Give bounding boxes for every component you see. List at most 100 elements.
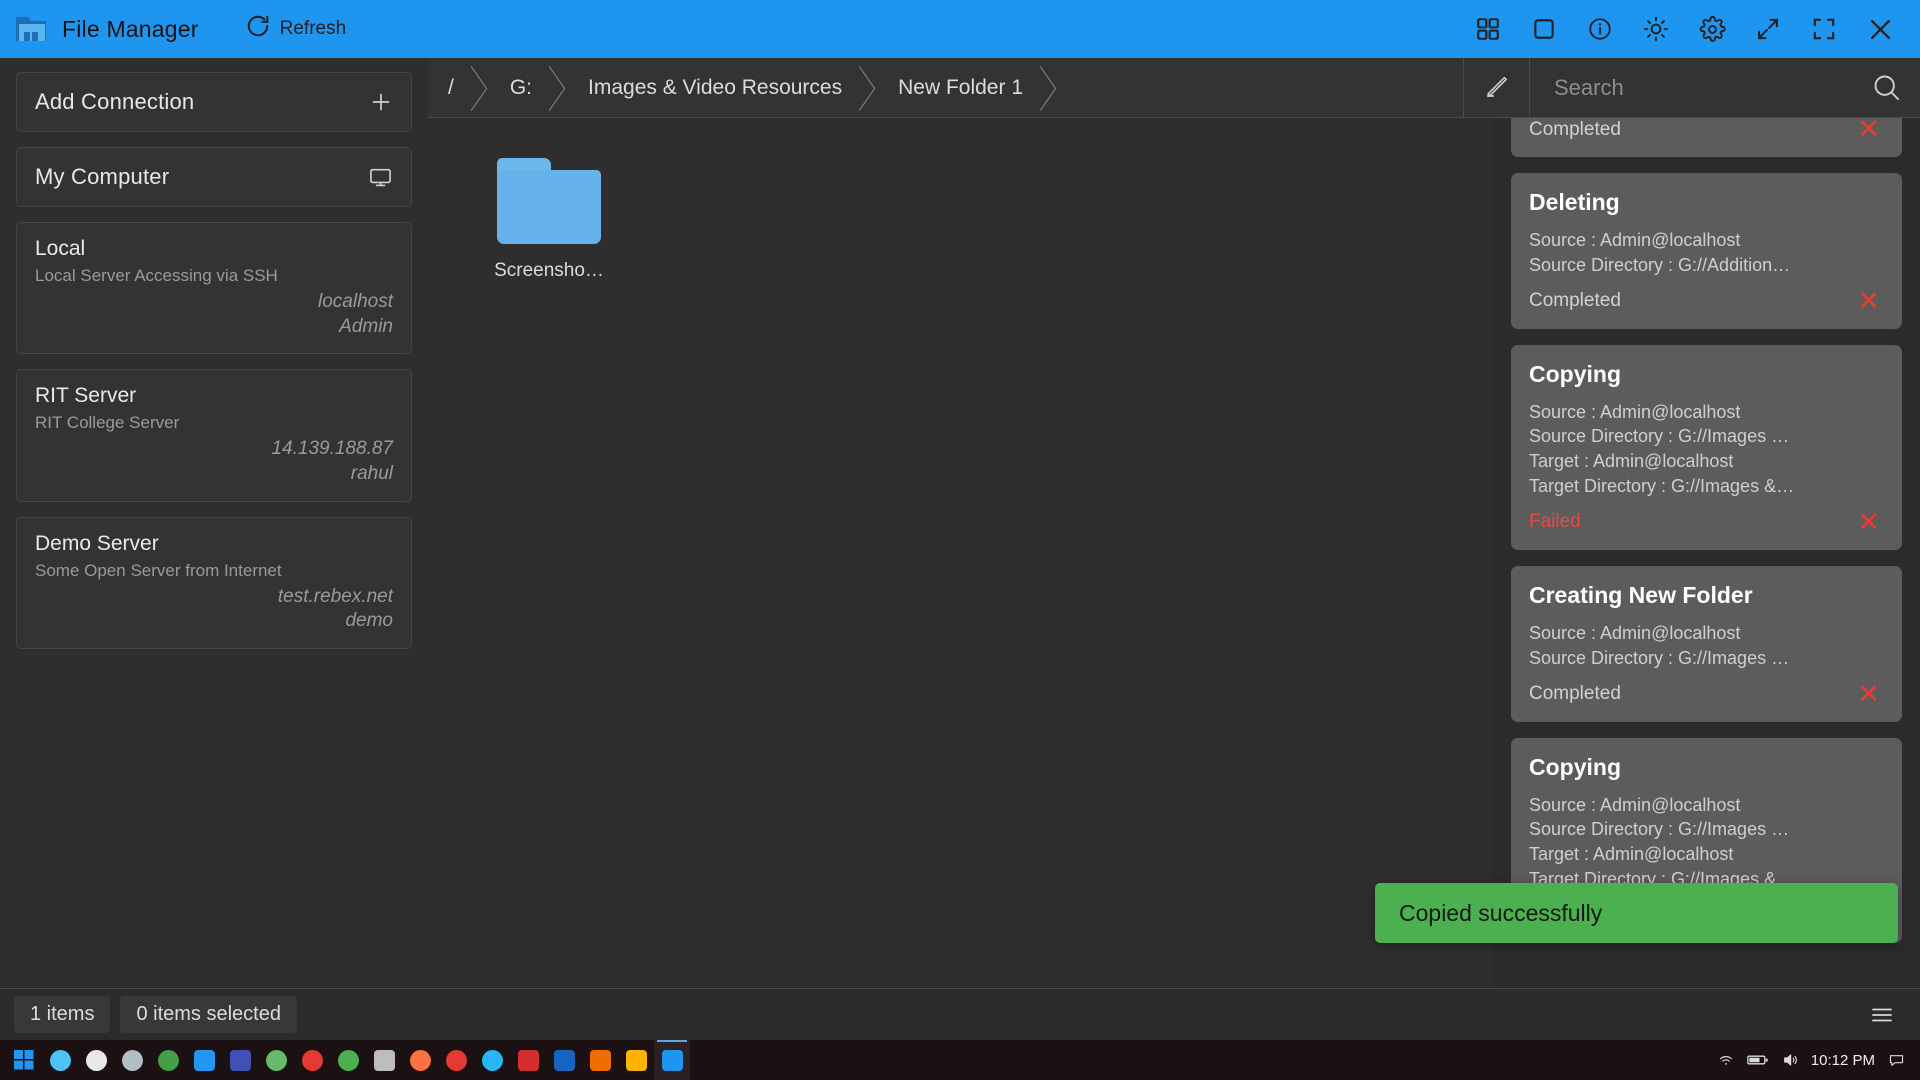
close-icon[interactable] — [1852, 0, 1908, 58]
volume-icon[interactable] — [1781, 1052, 1799, 1068]
file-name: Screensho… — [494, 260, 604, 281]
notification-icon[interactable] — [1887, 1052, 1906, 1068]
settings-gear-icon[interactable] — [1684, 0, 1740, 58]
taskbar-app-vscode[interactable] — [186, 1040, 222, 1080]
window-controls — [1460, 0, 1908, 58]
search-input[interactable] — [1554, 74, 1861, 101]
connection-name: Local — [35, 237, 86, 260]
taskbar-app-edge[interactable] — [474, 1040, 510, 1080]
connection-description: Some Open Server from Internet — [35, 560, 282, 580]
sidebar-item-connection[interactable]: Local Local Server Accessing via SSH loc… — [16, 222, 412, 355]
toast-notification: Copied successfully — [1375, 883, 1898, 943]
search-icon[interactable] — [1871, 72, 1902, 103]
my-computer-label: My Computer — [35, 164, 170, 189]
path-toolbar: / G: Images & Video Resources New Folder… — [428, 58, 1920, 118]
task-detail-source: Source : Admin@localhost — [1529, 401, 1741, 422]
taskbar-app-3[interactable] — [114, 1040, 150, 1080]
taskbar-clock[interactable]: 10:12 PM — [1811, 1052, 1875, 1069]
windows-start-icon[interactable] — [6, 1040, 42, 1080]
task-footer: Failed ✕ — [1529, 508, 1884, 536]
collapse-icon[interactable] — [1740, 0, 1796, 58]
task-queue-panel[interactable]: Completed ✕ Deleting Source : Admin@loca… — [1493, 118, 1920, 988]
status-bar: 1 items 0 items selected — [0, 988, 1920, 1040]
connection-user: rahul — [350, 463, 393, 485]
fullscreen-icon[interactable] — [1796, 0, 1852, 58]
task-card[interactable]: Deleting Source : Admin@localhost Source… — [1511, 173, 1902, 329]
task-detail-target-dir: Target Directory : G://Images &… — [1529, 476, 1795, 497]
taskbar-app-intellij[interactable] — [222, 1040, 258, 1080]
system-tray: 10:12 PM — [1717, 1052, 1914, 1069]
task-title: Creating New Folder — [1529, 581, 1753, 608]
refresh-button[interactable]: Refresh — [245, 13, 346, 45]
breadcrumb-item-folder[interactable]: Images & Video Resources — [562, 58, 872, 117]
title-bar: File Manager Refresh — [0, 0, 1920, 58]
refresh-icon — [245, 13, 271, 45]
task-detail-source-dir: Source Directory : G://Images … — [1529, 426, 1790, 447]
task-status: Failed — [1529, 511, 1581, 533]
taskbar-app-photoshop[interactable] — [546, 1040, 582, 1080]
brightness-icon[interactable] — [1628, 0, 1684, 58]
add-connection-button[interactable]: Add Connection — [16, 72, 412, 132]
task-title: Copying — [1529, 753, 1621, 780]
task-card[interactable]: Completed ✕ — [1511, 118, 1902, 157]
network-icon[interactable] — [1717, 1052, 1735, 1068]
edit-path-button[interactable] — [1464, 58, 1530, 117]
breadcrumb-item-current[interactable]: New Folder 1 — [872, 58, 1053, 117]
task-footer: Completed ✕ — [1529, 680, 1884, 708]
folder-icon — [497, 158, 601, 244]
breadcrumb-item-drive[interactable]: G: — [484, 58, 562, 117]
battery-icon[interactable] — [1746, 1053, 1769, 1067]
grid-view-icon[interactable] — [1460, 0, 1516, 58]
taskbar-app-illustrator[interactable] — [582, 1040, 618, 1080]
task-detail-source-dir: Source Directory : G://Images … — [1529, 647, 1790, 668]
connection-name: RIT Server — [35, 384, 137, 408]
taskbar-app-1[interactable] — [42, 1040, 78, 1080]
taskbar-app-4[interactable] — [150, 1040, 186, 1080]
single-view-icon[interactable] — [1516, 0, 1572, 58]
connection-description: RIT College Server — [35, 413, 180, 433]
task-title: Deleting — [1529, 189, 1620, 215]
connection-description: Local Server Accessing via SSH — [35, 266, 278, 285]
selected-count-badge: 0 items selected — [120, 996, 297, 1033]
taskbar-app-opera[interactable] — [438, 1040, 474, 1080]
taskbar-app-10[interactable] — [366, 1040, 402, 1080]
taskbar-app-acrobat[interactable] — [510, 1040, 546, 1080]
connection-host: 14.139.188.87 — [271, 438, 393, 460]
pencil-icon — [1483, 72, 1510, 104]
task-detail-source-dir: Source Directory : G://Images … — [1529, 819, 1790, 840]
info-icon[interactable] — [1572, 0, 1628, 58]
sidebar-item-connection[interactable]: RIT Server RIT College Server 14.139.188… — [16, 369, 412, 502]
file-item[interactable]: Screensho… — [479, 158, 619, 282]
breadcrumb-item-root[interactable]: / — [428, 58, 484, 117]
task-status: Completed — [1529, 118, 1621, 140]
task-dismiss-button[interactable]: ✕ — [1853, 287, 1884, 315]
task-list: Completed ✕ Deleting Source : Admin@loca… — [1511, 118, 1902, 959]
task-card[interactable]: Copying Source : Admin@localhost Source … — [1511, 344, 1902, 550]
add-connection-label: Add Connection — [35, 89, 195, 114]
sidebar-item-connection[interactable]: Demo Server Some Open Server from Intern… — [16, 516, 412, 650]
task-detail-source-dir: Source Directory : G://Addition… — [1529, 254, 1791, 275]
taskbar-app-9[interactable] — [330, 1040, 366, 1080]
search-bar — [1530, 58, 1920, 117]
task-card[interactable]: Creating New Folder Source : Admin@local… — [1511, 565, 1902, 722]
taskbar-app-7[interactable] — [258, 1040, 294, 1080]
task-dismiss-button[interactable]: ✕ — [1853, 680, 1884, 708]
task-dismiss-button[interactable]: ✕ — [1853, 118, 1884, 143]
sidebar-item-my-computer[interactable]: My Computer — [16, 147, 412, 207]
breadcrumb: / G: Images & Video Resources New Folder… — [428, 58, 1464, 117]
taskbar-app-filemanager[interactable] — [654, 1040, 690, 1080]
taskbar-app-chrome[interactable] — [78, 1040, 114, 1080]
connection-user: Admin — [339, 315, 393, 337]
monitor-icon — [368, 165, 393, 190]
task-status: Completed — [1529, 290, 1621, 312]
hamburger-menu-icon[interactable] — [1858, 1003, 1906, 1027]
task-detail-source: Source : Admin@localhost — [1529, 622, 1741, 643]
taskbar-app-firefox[interactable] — [402, 1040, 438, 1080]
plus-icon — [369, 90, 393, 114]
taskbar-app-firefox-dev[interactable] — [294, 1040, 330, 1080]
file-list-area[interactable]: Screensho… — [429, 118, 1492, 988]
taskbar-app-explorer[interactable] — [618, 1040, 654, 1080]
task-dismiss-button[interactable]: ✕ — [1853, 508, 1884, 536]
app-logo-icon — [14, 13, 48, 45]
app-title: File Manager — [62, 15, 199, 42]
